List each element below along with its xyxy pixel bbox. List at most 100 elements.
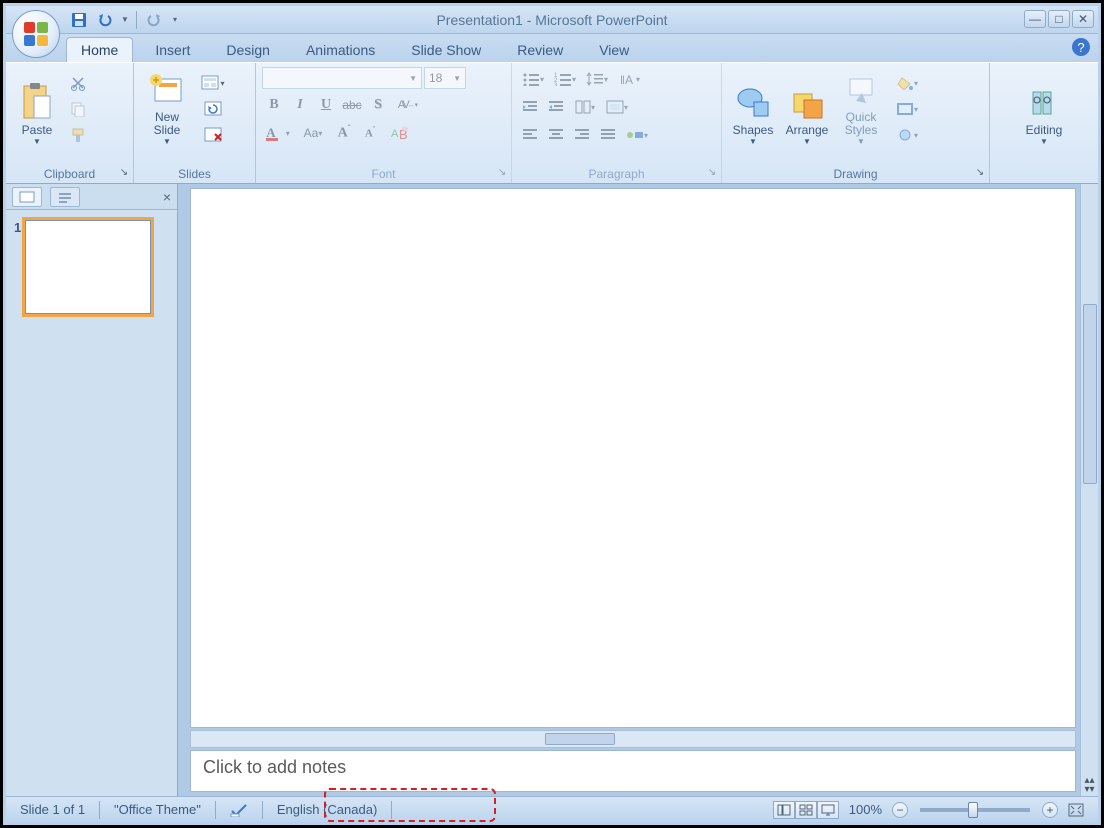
drawing-dialog-launcher[interactable]: ↘ bbox=[973, 165, 987, 179]
italic-button[interactable]: I bbox=[288, 93, 312, 117]
outline-tab[interactable] bbox=[50, 187, 80, 207]
tab-insert[interactable]: Insert bbox=[141, 38, 204, 62]
align-center-button[interactable] bbox=[544, 123, 568, 147]
tab-slide-show[interactable]: Slide Show bbox=[397, 38, 495, 62]
status-bar: Slide 1 of 1 "Office Theme" English (Can… bbox=[6, 796, 1098, 822]
numbering-button[interactable]: 123▾ bbox=[550, 67, 580, 91]
status-zoom-percent[interactable]: 100% bbox=[843, 802, 888, 817]
panel-close-button[interactable]: × bbox=[163, 189, 171, 205]
align-text-icon bbox=[606, 100, 624, 114]
help-button[interactable]: ? bbox=[1072, 38, 1090, 56]
slide-canvas[interactable] bbox=[190, 188, 1076, 728]
numbering-icon: 123 bbox=[554, 72, 572, 86]
cut-button[interactable] bbox=[66, 71, 90, 95]
decrease-indent-button[interactable] bbox=[518, 95, 542, 119]
shape-effects-button[interactable]: ▾ bbox=[890, 123, 924, 147]
qat-customize[interactable]: ▾ bbox=[169, 9, 181, 31]
align-center-icon bbox=[548, 128, 564, 142]
paste-button[interactable]: Paste ▼ bbox=[12, 67, 62, 149]
quick-styles-button[interactable]: QuickStyles▼ bbox=[836, 67, 886, 149]
status-language[interactable]: English (Canada) bbox=[271, 802, 383, 817]
h-scroll-thumb[interactable] bbox=[545, 733, 615, 745]
undo-button[interactable] bbox=[94, 9, 116, 31]
horizontal-scrollbar[interactable] bbox=[190, 730, 1076, 748]
zoom-in-button[interactable]: + bbox=[1042, 802, 1058, 818]
slide-thumbnail-1[interactable] bbox=[25, 220, 151, 314]
tab-home[interactable]: Home bbox=[66, 37, 133, 62]
notes-pane[interactable]: Click to add notes bbox=[190, 750, 1076, 792]
bullets-button[interactable]: ▾ bbox=[518, 67, 548, 91]
normal-view-button[interactable] bbox=[773, 801, 795, 819]
line-spacing-button[interactable]: ▾ bbox=[582, 67, 612, 91]
align-left-button[interactable] bbox=[518, 123, 542, 147]
vertical-scrollbar[interactable]: ▴▴▾▾ bbox=[1080, 184, 1098, 796]
slides-tab[interactable] bbox=[12, 187, 42, 207]
align-right-icon bbox=[574, 128, 590, 142]
editing-button[interactable]: Editing▼ bbox=[1019, 67, 1069, 149]
smartart-button[interactable]: ▾ bbox=[622, 123, 652, 147]
increase-indent-button[interactable] bbox=[544, 95, 568, 119]
clear-formatting-button[interactable]: AB bbox=[384, 121, 414, 145]
save-button[interactable] bbox=[68, 9, 90, 31]
group-slides: NewSlide ▼ ▾ Slides bbox=[134, 63, 256, 183]
spellcheck-button[interactable] bbox=[224, 803, 254, 817]
redo-button[interactable] bbox=[143, 9, 165, 31]
undo-dropdown[interactable]: ▼ bbox=[120, 9, 130, 31]
new-slide-button[interactable]: NewSlide ▼ bbox=[140, 67, 194, 149]
fit-to-window-button[interactable] bbox=[1062, 803, 1090, 817]
justify-button[interactable] bbox=[596, 123, 620, 147]
status-slide-count[interactable]: Slide 1 of 1 bbox=[14, 802, 91, 817]
close-button[interactable]: ✕ bbox=[1072, 10, 1094, 28]
v-scroll-thumb[interactable] bbox=[1083, 304, 1097, 484]
separator bbox=[391, 801, 392, 819]
layout-button[interactable]: ▾ bbox=[198, 71, 228, 95]
undo-icon bbox=[97, 12, 113, 28]
underline-button[interactable]: U bbox=[314, 93, 338, 117]
char-spacing-button[interactable]: AV↔▾ bbox=[392, 93, 424, 117]
reset-button[interactable] bbox=[198, 97, 228, 121]
grow-font-button[interactable]: Aˆ bbox=[332, 121, 356, 145]
zoom-out-button[interactable]: − bbox=[892, 802, 908, 818]
separator bbox=[262, 801, 263, 819]
quick-styles-label: QuickStyles bbox=[845, 111, 878, 137]
align-text-button[interactable]: ▾ bbox=[602, 95, 632, 119]
zoom-slider[interactable] bbox=[920, 808, 1030, 812]
font-dialog-launcher[interactable]: ↘ bbox=[495, 165, 509, 179]
format-painter-button[interactable] bbox=[66, 123, 90, 147]
tab-view[interactable]: View bbox=[585, 38, 643, 62]
delete-slide-button[interactable] bbox=[198, 123, 228, 147]
shapes-button[interactable]: Shapes▼ bbox=[728, 67, 778, 149]
shape-outline-button[interactable]: ▾ bbox=[890, 97, 924, 121]
line-spacing-icon bbox=[586, 72, 604, 86]
clipboard-dialog-launcher[interactable]: ↘ bbox=[117, 165, 131, 179]
text-direction-button[interactable]: ‖A▾ bbox=[614, 67, 644, 91]
shrink-font-button[interactable]: Aˇ bbox=[358, 121, 382, 145]
status-theme[interactable]: "Office Theme" bbox=[108, 802, 207, 817]
paragraph-dialog-launcher[interactable]: ↘ bbox=[705, 165, 719, 179]
shadow-button[interactable]: S bbox=[366, 93, 390, 117]
copy-button[interactable] bbox=[66, 97, 90, 121]
arrange-button[interactable]: Arrange▼ bbox=[782, 67, 832, 149]
separator bbox=[99, 801, 100, 819]
strikethrough-button[interactable]: abc bbox=[340, 93, 364, 117]
font-color-button[interactable]: A▾ bbox=[262, 121, 294, 145]
tab-animations[interactable]: Animations bbox=[292, 38, 389, 62]
zoom-slider-thumb[interactable] bbox=[968, 802, 978, 818]
quick-styles-icon bbox=[844, 73, 878, 109]
maximize-button[interactable]: □ bbox=[1048, 10, 1070, 28]
columns-button[interactable]: ▾ bbox=[570, 95, 600, 119]
bold-button[interactable]: B bbox=[262, 93, 286, 117]
change-case-button[interactable]: Aa▾ bbox=[296, 121, 330, 145]
font-family-combo[interactable]: ▼ bbox=[262, 67, 422, 89]
font-size-combo[interactable]: 18▼ bbox=[424, 67, 466, 89]
prev-next-slide[interactable]: ▴▴▾▾ bbox=[1084, 774, 1094, 796]
tab-design[interactable]: Design bbox=[212, 38, 284, 62]
align-right-button[interactable] bbox=[570, 123, 594, 147]
office-button[interactable] bbox=[12, 10, 60, 58]
slideshow-view-button[interactable] bbox=[817, 801, 839, 819]
tab-review[interactable]: Review bbox=[503, 38, 577, 62]
minimize-button[interactable]: — bbox=[1024, 10, 1046, 28]
sorter-view-button[interactable] bbox=[795, 801, 817, 819]
group-paragraph: ▾ 123▾ ▾ ‖A▾ ▾ ▾ ▾ bbox=[512, 63, 722, 183]
shape-fill-button[interactable]: ▾ bbox=[890, 71, 924, 95]
